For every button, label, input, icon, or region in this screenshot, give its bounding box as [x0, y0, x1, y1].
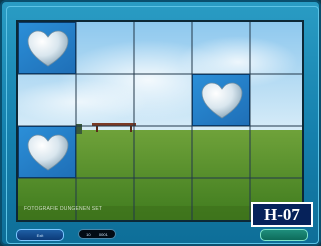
- revealed-tile[interactable]: [18, 22, 76, 74]
- counter-right: 0001: [98, 231, 108, 237]
- counter-left: 10: [86, 231, 91, 237]
- heart-stone-icon: [201, 82, 243, 119]
- heart-stone-icon: [27, 30, 69, 67]
- heart-stone-icon: [27, 134, 69, 171]
- revealed-tile[interactable]: [18, 126, 76, 178]
- revealed-tile[interactable]: [192, 74, 250, 126]
- photo-credit: FOTOGRAFIE DUNGENEN SET: [24, 206, 103, 212]
- score-counter: 10 0001: [78, 229, 116, 239]
- exit-button[interactable]: Exit: [16, 229, 64, 241]
- game-board: FOTOGRAFIE DUNGENEN SET: [18, 22, 302, 220]
- level-badge: H-07: [251, 202, 313, 227]
- next-button[interactable]: [260, 229, 308, 241]
